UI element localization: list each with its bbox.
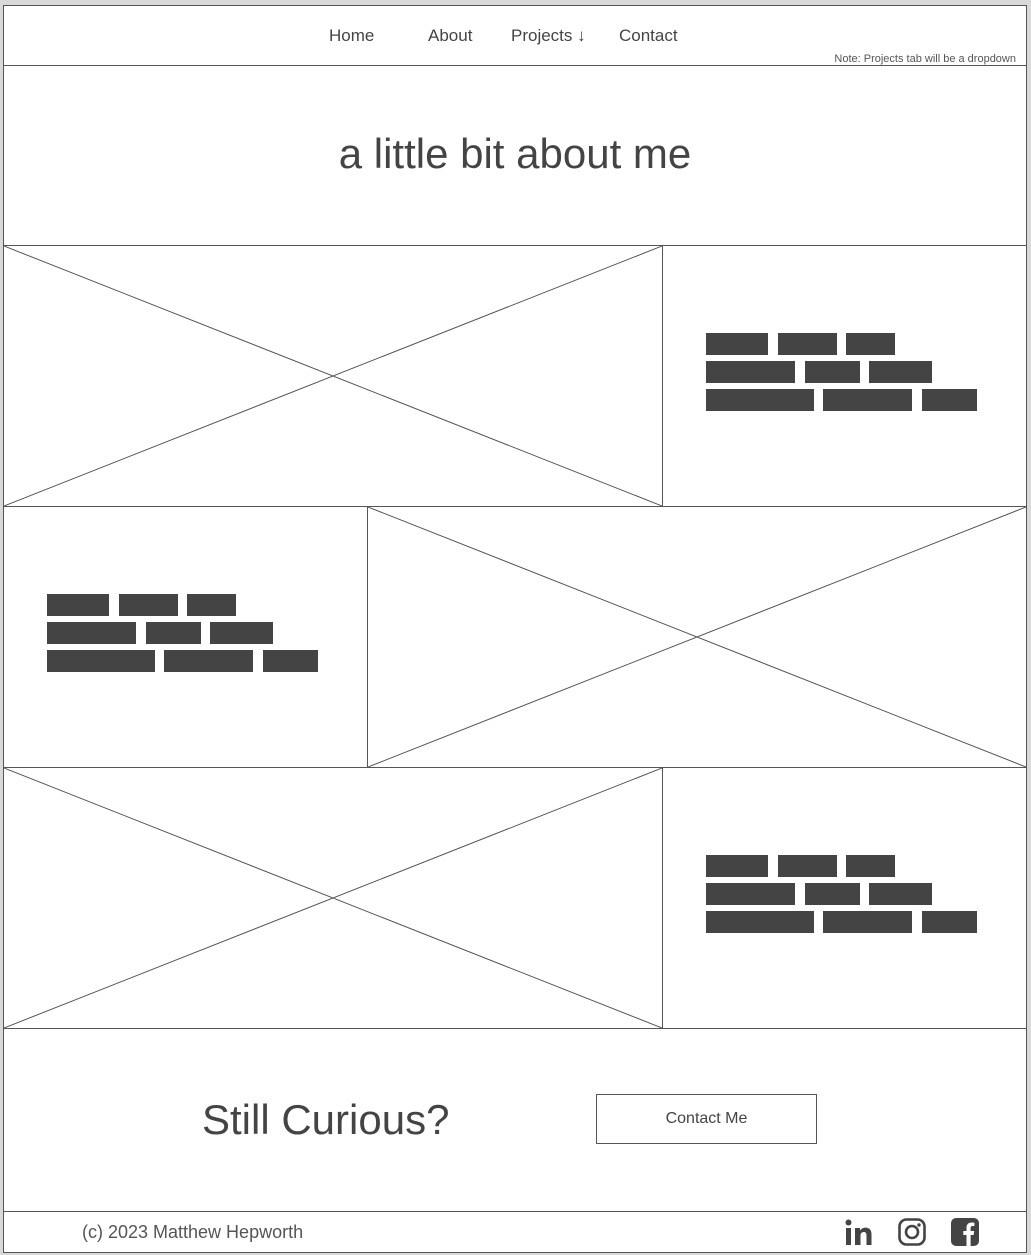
text-placeholder-bar bbox=[164, 650, 253, 672]
text-placeholder-bar bbox=[922, 389, 977, 411]
text-placeholder-bar bbox=[805, 361, 860, 383]
nav-projects-dropdown[interactable]: Projects ↓ bbox=[511, 26, 586, 46]
cta-section: Still Curious? Contact Me bbox=[4, 1028, 1026, 1212]
about-row-3 bbox=[4, 768, 1026, 1029]
text-placeholder-bar bbox=[47, 650, 155, 672]
text-placeholder-bar bbox=[146, 622, 201, 644]
about-row-1 bbox=[4, 246, 1026, 507]
page-title: a little bit about me bbox=[338, 130, 692, 177]
text-placeholder-bar bbox=[706, 333, 768, 355]
nav-about[interactable]: About bbox=[428, 26, 472, 46]
facebook-icon[interactable] bbox=[950, 1217, 980, 1247]
text-placeholder-bar bbox=[823, 389, 912, 411]
text-placeholder-bar bbox=[846, 855, 895, 877]
text-placeholder-bar bbox=[706, 883, 795, 905]
hero-section: a little bit about me bbox=[4, 66, 1026, 246]
text-placeholder-bar bbox=[823, 911, 912, 933]
instagram-icon[interactable] bbox=[897, 1217, 927, 1247]
nav-home[interactable]: Home bbox=[329, 26, 374, 46]
text-placeholder-bar bbox=[869, 361, 932, 383]
text-placeholder-bar bbox=[805, 883, 860, 905]
nav-contact[interactable]: Contact bbox=[619, 26, 678, 46]
text-placeholder-bar bbox=[47, 622, 136, 644]
footer: (c) 2023 Matthew Hepworth bbox=[4, 1212, 1026, 1252]
text-placeholder-bar bbox=[706, 389, 814, 411]
text-placeholder-bar bbox=[869, 883, 932, 905]
text-placeholder-bar bbox=[706, 855, 768, 877]
page: Home About Projects ↓ Contact Note: Proj… bbox=[3, 5, 1027, 1253]
text-placeholder-bar bbox=[846, 333, 895, 355]
text-placeholder-bar bbox=[778, 333, 837, 355]
linkedin-icon[interactable] bbox=[844, 1217, 874, 1247]
cta-title: Still Curious? bbox=[202, 1096, 450, 1143]
about-row-2 bbox=[4, 507, 1026, 768]
text-placeholder-bar bbox=[922, 911, 977, 933]
text-placeholder-bar bbox=[47, 594, 109, 616]
text-placeholder-bar bbox=[263, 650, 318, 672]
copyright-text: (c) 2023 Matthew Hepworth bbox=[82, 1222, 304, 1242]
text-placeholder-bar bbox=[210, 622, 273, 644]
nav-dropdown-note: Note: Projects tab will be a dropdown bbox=[834, 53, 1016, 65]
image-placeholder-2 bbox=[367, 507, 1026, 767]
text-placeholder-bar bbox=[778, 855, 837, 877]
contact-me-button[interactable]: Contact Me bbox=[596, 1094, 817, 1144]
image-placeholder-3 bbox=[4, 768, 663, 1028]
text-placeholder-bar bbox=[187, 594, 236, 616]
text-placeholder-bar bbox=[119, 594, 178, 616]
top-nav: Home About Projects ↓ Contact Note: Proj… bbox=[4, 6, 1026, 66]
text-placeholder-bar bbox=[706, 911, 814, 933]
image-placeholder-1 bbox=[4, 246, 663, 506]
text-placeholder-bar bbox=[706, 361, 795, 383]
